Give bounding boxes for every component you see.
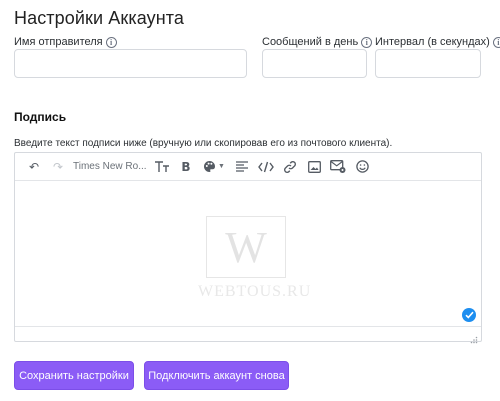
messages-per-day-label-text: Сообщений в день [262, 36, 359, 48]
redo-icon[interactable]: ↷ [47, 157, 69, 177]
check-icon [462, 308, 476, 322]
watermark-text: WEBTOUS.RU [198, 283, 312, 300]
reconnect-account-button[interactable]: Подключить аккаунт снова [144, 361, 289, 390]
save-settings-button[interactable]: Сохранить настройки [14, 361, 134, 390]
color-picker-icon[interactable]: ▼ [199, 157, 229, 177]
info-icon[interactable]: i [361, 36, 373, 48]
watermark-logo: W [206, 216, 286, 278]
sender-name-label-text: Имя отправителя [14, 36, 103, 48]
messages-per-day-input[interactable] [262, 49, 367, 78]
interval-label-text: Интервал (в секундах) [375, 36, 490, 48]
bold-icon[interactable]: B [175, 157, 197, 177]
info-icon[interactable]: i [492, 36, 500, 48]
chevron-down-icon: ▼ [218, 163, 225, 170]
signature-title: Подпись [14, 110, 67, 124]
interval-label: Интервал (в секундах) i [375, 36, 500, 48]
editor-content-area[interactable]: W WEBTOUS.RU [15, 181, 481, 327]
code-icon[interactable] [255, 157, 277, 177]
link-icon[interactable] [279, 157, 301, 177]
font-size-icon[interactable] [151, 157, 173, 177]
image-icon[interactable] [303, 157, 325, 177]
email-settings-icon[interactable] [327, 157, 349, 177]
info-icon[interactable]: i [105, 36, 117, 48]
page-title: Настройки Аккаунта [14, 8, 185, 28]
font-family-select[interactable]: Times New Ro... [71, 157, 149, 177]
sender-name-input[interactable] [14, 49, 247, 78]
signature-hint: Введите текст подписи ниже (вручную или … [14, 138, 393, 149]
interval-input[interactable] [375, 49, 481, 78]
emoji-icon[interactable] [351, 157, 373, 177]
sender-name-label: Имя отправителя i [14, 36, 117, 48]
align-icon[interactable] [231, 157, 253, 177]
signature-editor: ↶ ↷ Times New Ro... B ▼ W WEBTOUS.RU [14, 152, 482, 344]
resize-handle-icon[interactable] [470, 331, 478, 344]
undo-icon[interactable]: ↶ [23, 157, 45, 177]
messages-per-day-label: Сообщений в день i [262, 36, 373, 48]
editor-statusbar [15, 326, 481, 344]
editor-toolbar: ↶ ↷ Times New Ro... B ▼ [15, 153, 481, 181]
